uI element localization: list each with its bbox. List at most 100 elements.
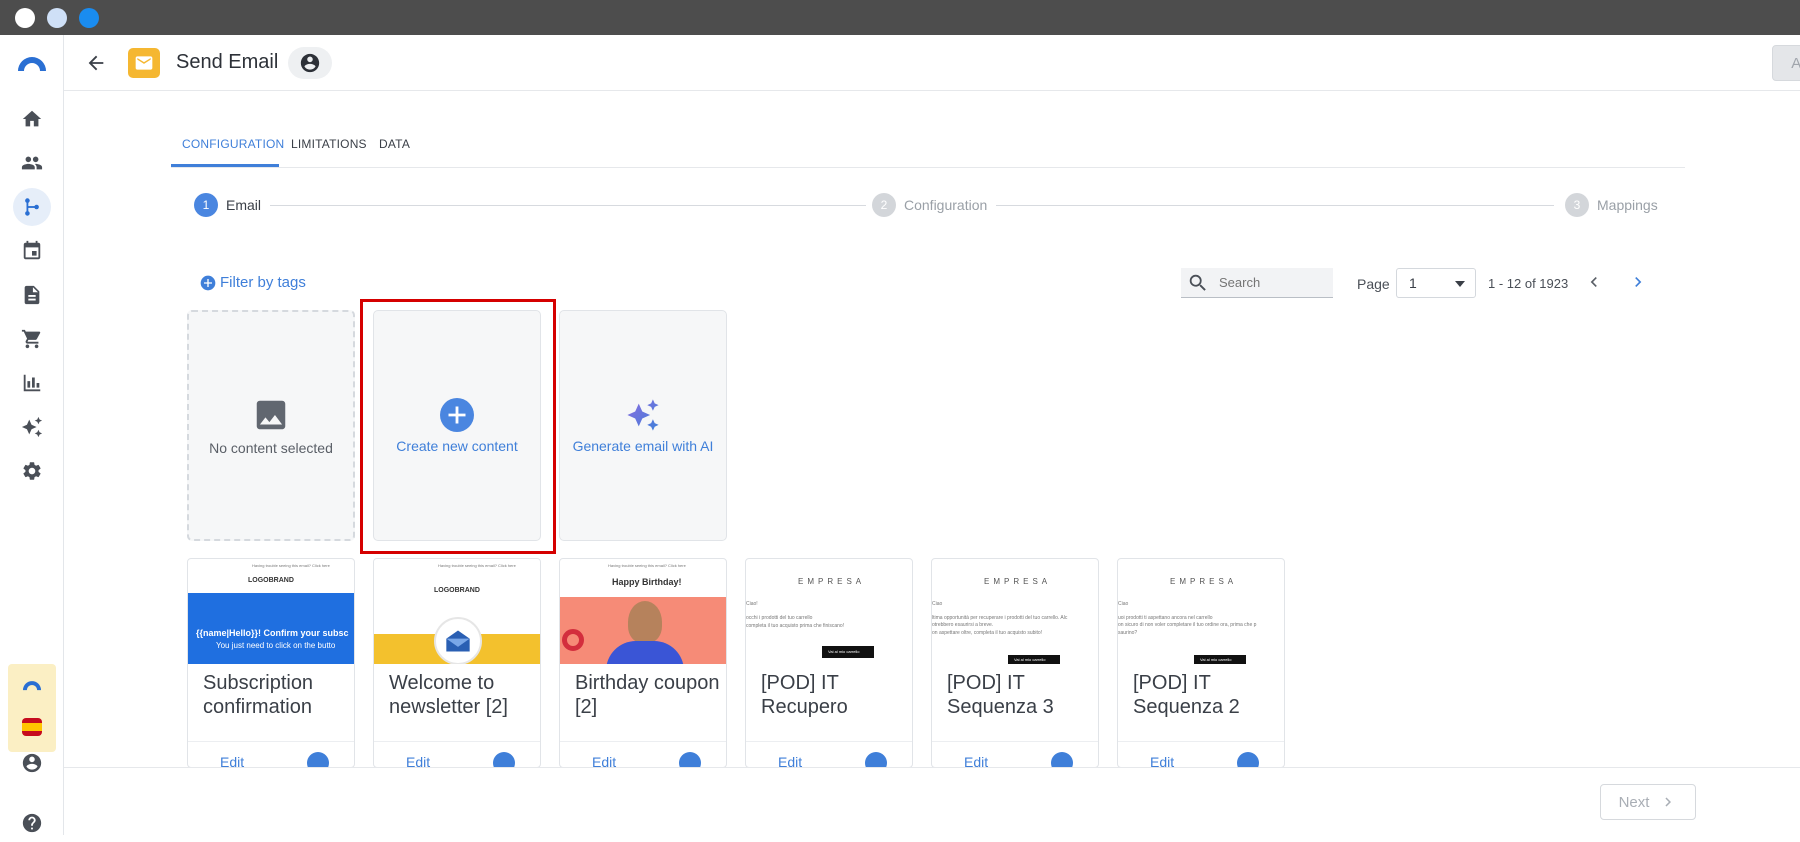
- delete-icon[interactable]: [679, 752, 701, 767]
- account-brand-box[interactable]: [8, 664, 56, 752]
- tab-configuration[interactable]: CONFIGURATION: [182, 137, 284, 151]
- step-2-label[interactable]: Configuration: [904, 197, 987, 213]
- search-input[interactable]: [1219, 275, 1319, 290]
- template-actions: Edit: [188, 741, 354, 767]
- chevron-right-icon: [1635, 277, 1642, 287]
- thumb-brand: EMPRESA: [984, 577, 1052, 586]
- thumb-line: completa il tuo acquisto prima che finis…: [746, 623, 845, 629]
- step-3-label[interactable]: Mappings: [1597, 197, 1658, 213]
- chevron-right-icon: [1665, 797, 1672, 807]
- sidebar-item-settings[interactable]: [13, 452, 51, 490]
- template-card[interactable]: Having trouble seeing this email? Click …: [559, 558, 727, 768]
- next-page-button[interactable]: [1627, 271, 1649, 293]
- thumb-cta-label: Vai al mio carrello: [1200, 657, 1232, 662]
- owner-button[interactable]: [288, 47, 332, 79]
- selection-highlight: [360, 299, 556, 554]
- thumb-cta-label: Vai al mio carrello: [1014, 657, 1046, 662]
- template-thumbnail: EMPRESA Ciao! occhi i prodotti del tuo c…: [746, 559, 912, 664]
- arrow-left-icon: [88, 55, 104, 71]
- sidebar-item-help[interactable]: [13, 804, 51, 842]
- template-actions: Edit: [746, 741, 912, 767]
- next-button[interactable]: Next: [1600, 784, 1696, 820]
- stepper: 1 Email 2 Configuration 3 Mappings: [192, 193, 1658, 217]
- thumb-subline: You just need to click on the butto: [216, 641, 336, 650]
- app-logo[interactable]: [15, 53, 49, 73]
- edit-button[interactable]: Edit: [406, 754, 430, 767]
- template-card[interactable]: Having trouble seeing this email? Click …: [373, 558, 541, 768]
- template-card[interactable]: EMPRESA Ciao uoi prodotti ti aspettano a…: [1117, 558, 1285, 768]
- edit-button[interactable]: Edit: [778, 754, 802, 767]
- delete-icon[interactable]: [307, 752, 329, 767]
- thumb-brand: EMPRESA: [798, 577, 866, 586]
- step-2-number: 2: [872, 193, 896, 217]
- thumb-headline: {{name|Hello}}! Confirm your subsc: [196, 628, 349, 638]
- page-select-value: 1: [1409, 275, 1417, 291]
- template-card[interactable]: EMPRESA Ciao ltima opportunità per recup…: [931, 558, 1099, 768]
- page-label: Page: [1357, 276, 1390, 292]
- template-actions: Edit: [1118, 741, 1284, 767]
- sidebar-item-calendar[interactable]: [13, 232, 51, 270]
- user-circle-icon: [22, 753, 42, 773]
- tab-data[interactable]: DATA: [379, 137, 410, 151]
- user-circle-icon: [300, 53, 320, 73]
- template-thumbnail: EMPRESA Ciao uoi prodotti ti aspettano a…: [1118, 559, 1284, 664]
- sidebar-item-account[interactable]: [13, 744, 51, 782]
- back-button[interactable]: [82, 49, 110, 77]
- wizard-footer: [64, 767, 1800, 835]
- filter-by-tags-button[interactable]: Filter by tags: [200, 274, 306, 291]
- flow-branch-icon: [25, 198, 39, 216]
- window-close-button[interactable]: [15, 8, 35, 28]
- edit-button[interactable]: Edit: [592, 754, 616, 767]
- thumb-line: Ciao: [932, 601, 943, 607]
- sparkles-icon: [21, 416, 43, 438]
- window-titlebar: [0, 0, 1800, 35]
- sidebar-item-documents[interactable]: [13, 276, 51, 314]
- thumb-brand: EMPRESA: [1170, 577, 1238, 586]
- chevron-left-icon: [1590, 277, 1597, 287]
- window-maximize-button[interactable]: [79, 8, 99, 28]
- sidebar-item-automation[interactable]: [13, 188, 51, 226]
- step-connector: [996, 205, 1554, 206]
- delete-icon[interactable]: [493, 752, 515, 767]
- prev-page-button[interactable]: [1583, 271, 1605, 293]
- document-icon: [24, 285, 40, 305]
- thumb-brand: LOGOBRAND: [248, 577, 294, 584]
- sidebar-item-ecommerce[interactable]: [13, 320, 51, 358]
- sidebar-item-ai[interactable]: [13, 408, 51, 446]
- tab-limitations[interactable]: LIMITATIONS: [291, 137, 367, 151]
- page-header: Send Email Apply: [64, 35, 1800, 91]
- edit-button[interactable]: Edit: [1150, 754, 1174, 767]
- pagination-range: 1 - 12 of 1923: [1488, 276, 1569, 291]
- search-field[interactable]: [1181, 268, 1333, 298]
- template-title: [POD] IT Recupero: [761, 672, 848, 718]
- template-thumbnail: EMPRESA Ciao ltima opportunità per recup…: [932, 559, 1098, 664]
- sidebar-item-contacts[interactable]: [13, 144, 51, 182]
- active-tab-indicator: [171, 164, 279, 167]
- template-card[interactable]: Having trouble seeing this email? Click …: [187, 558, 355, 768]
- template-title: Birthday coupon [2]: [575, 672, 720, 718]
- sidebar-item-home[interactable]: [13, 100, 51, 138]
- spain-flag-icon: [22, 718, 42, 736]
- template-thumbnail: Having trouble seeing this email? Click …: [560, 559, 726, 664]
- sidebar-item-reports[interactable]: [13, 364, 51, 402]
- generate-ai-card[interactable]: Generate email with AI: [559, 310, 727, 541]
- thumb-topline: Having trouble seeing this email? Click …: [438, 563, 516, 568]
- thumb-person: [628, 601, 662, 643]
- edit-button[interactable]: Edit: [964, 754, 988, 767]
- thumb-line: occhi i prodotti del tuo carrello: [746, 615, 813, 621]
- page-select[interactable]: 1: [1396, 268, 1476, 298]
- template-title: [POD] IT Sequenza 3: [947, 672, 1054, 718]
- template-card[interactable]: EMPRESA Ciao! occhi i prodotti del tuo c…: [745, 558, 913, 768]
- delete-icon[interactable]: [865, 752, 887, 767]
- window-minimize-button[interactable]: [47, 8, 67, 28]
- calendar-icon: [23, 240, 41, 260]
- edit-button[interactable]: Edit: [220, 754, 244, 767]
- envelope-icon: [446, 630, 470, 652]
- delete-icon[interactable]: [1051, 752, 1073, 767]
- apply-button[interactable]: Apply: [1772, 45, 1800, 81]
- delete-icon[interactable]: [1237, 752, 1259, 767]
- generate-ai-label: Generate email with AI: [572, 437, 714, 454]
- caret-down-icon: [1455, 281, 1465, 287]
- page-title: Send Email: [176, 51, 279, 73]
- step-1-label[interactable]: Email: [226, 197, 261, 213]
